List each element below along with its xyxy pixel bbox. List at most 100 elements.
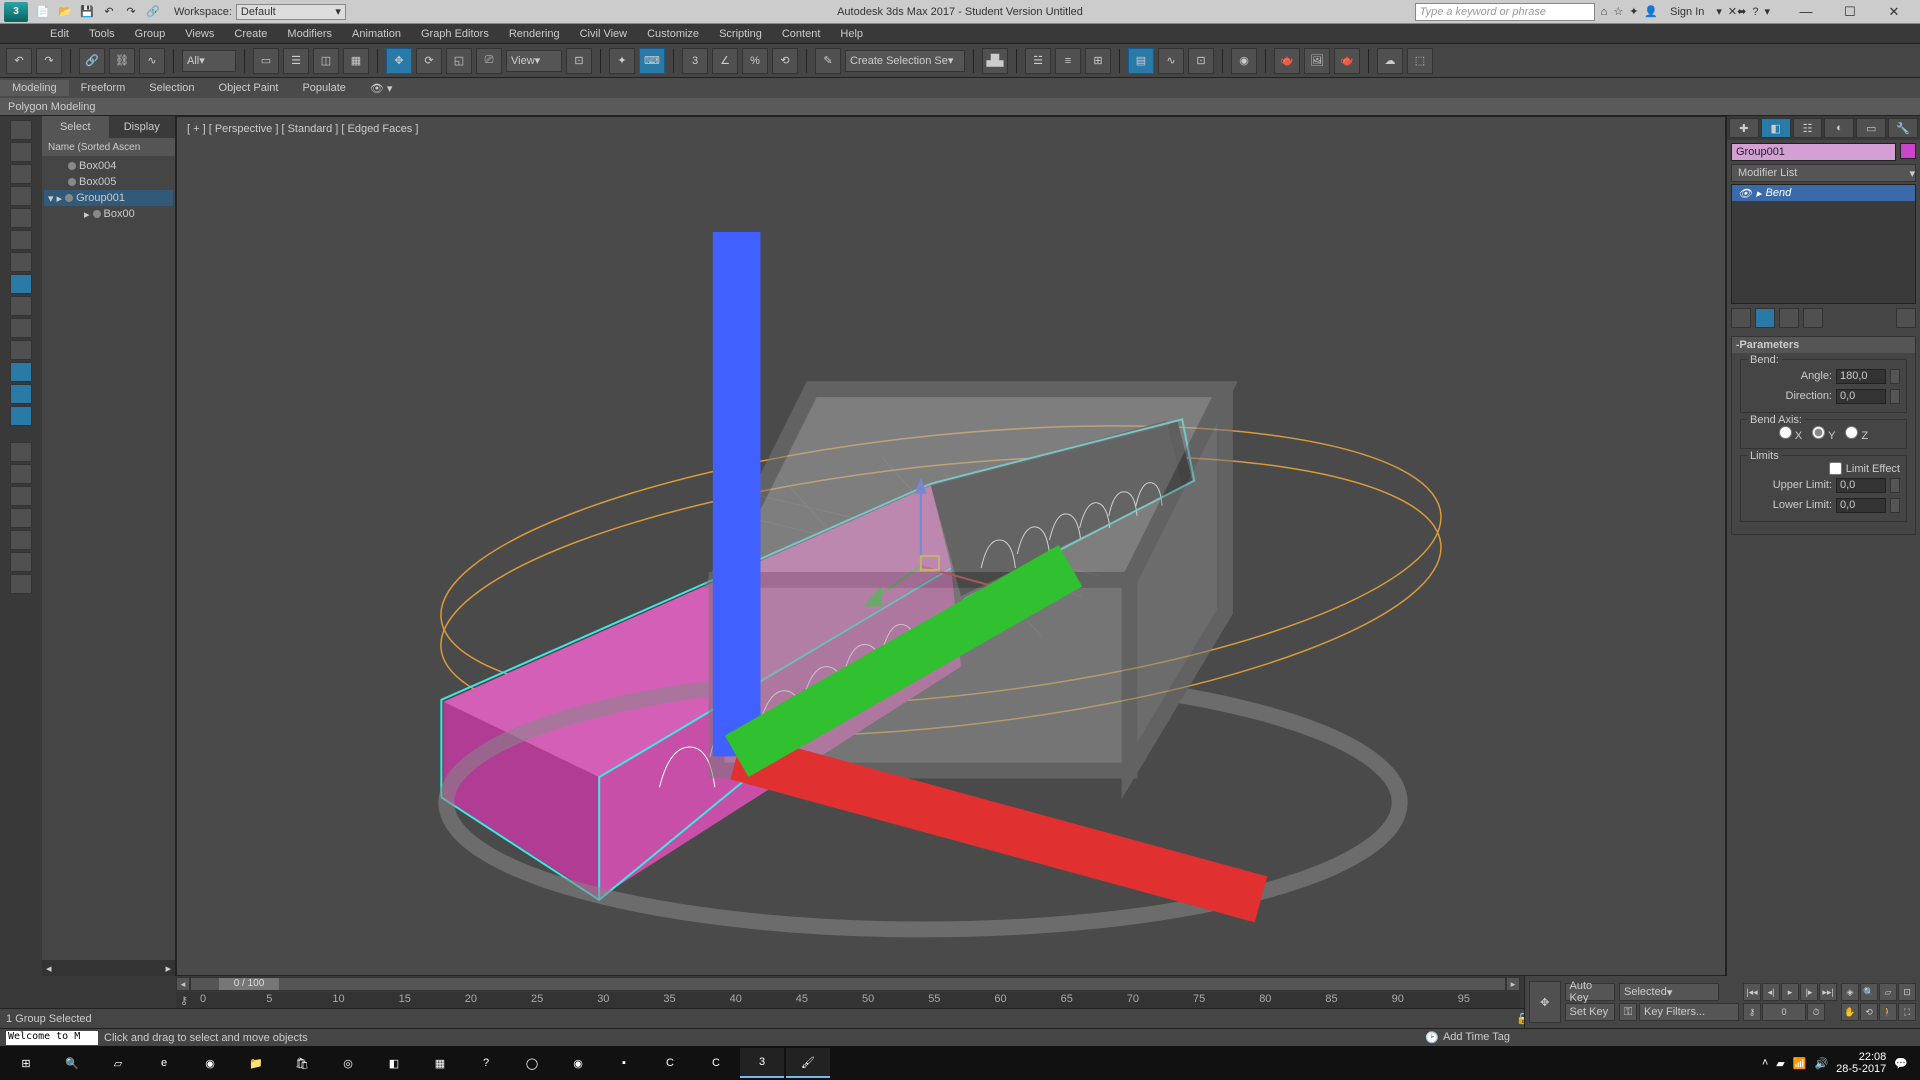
display-tab-button[interactable]: ▭	[1856, 118, 1886, 138]
lt-bag-icon[interactable]	[10, 574, 32, 594]
direction-input[interactable]: 0,0	[1836, 389, 1886, 404]
undo-button[interactable]: ↶	[6, 48, 32, 74]
taskbar-paint-icon[interactable]: 🖌	[786, 1048, 830, 1078]
direction-spinner[interactable]	[1890, 389, 1900, 404]
menu-group[interactable]: Group	[125, 28, 176, 40]
modifier-list-dropdown[interactable]: Modifier List▾	[1731, 164, 1916, 182]
open-icon[interactable]: 📂	[56, 3, 74, 21]
taskbar-explorer-icon[interactable]: 📁	[234, 1048, 278, 1078]
star-icon[interactable]: ☆	[1613, 5, 1623, 18]
time-prev-button[interactable]: ◂	[176, 977, 190, 991]
start-button[interactable]: ⊞	[4, 1048, 48, 1078]
menu-views[interactable]: Views	[175, 28, 224, 40]
tray-volume-icon[interactable]: 🔊	[1814, 1057, 1828, 1070]
ribbon-tab-freeform[interactable]: Freeform	[69, 80, 138, 96]
prev-frame-button[interactable]: ◂|	[1762, 983, 1780, 1001]
setkey-button[interactable]: Set Key	[1565, 1003, 1615, 1021]
window-close-button[interactable]: ✕	[1872, 2, 1916, 22]
help-icon[interactable]: ?	[1752, 6, 1758, 18]
menu-scripting[interactable]: Scripting	[709, 28, 772, 40]
unlink-button[interactable]: ⛓	[109, 48, 135, 74]
modify-tab-button[interactable]: ◧	[1761, 118, 1791, 138]
link-button[interactable]: 🔗	[79, 48, 105, 74]
menu-tools[interactable]: Tools	[79, 28, 125, 40]
sign-in-button[interactable]: Sign In	[1664, 6, 1710, 18]
lt-display-icon[interactable]	[10, 164, 32, 184]
select-rotate-button[interactable]: ⟳	[416, 48, 442, 74]
rollout-header[interactable]: - Parameters	[1732, 337, 1915, 353]
tray-clock[interactable]: 22:08 28-5-2017	[1836, 1051, 1886, 1075]
task-view-button[interactable]: ▱	[96, 1048, 140, 1078]
render-button[interactable]: 🫖	[1334, 48, 1360, 74]
exchange-icon[interactable]: ✦	[1629, 5, 1638, 18]
taskbar-chrome-icon[interactable]: ◉	[188, 1048, 232, 1078]
help-search-input[interactable]: Type a keyword or phrase	[1415, 3, 1595, 21]
curve-editor-button[interactable]: ∿	[1158, 48, 1184, 74]
lt-sel3-icon[interactable]	[10, 384, 32, 404]
align-button[interactable]: ☱	[1025, 48, 1051, 74]
object-name-field[interactable]: Group001	[1731, 143, 1896, 161]
window-minimize-button[interactable]: —	[1784, 2, 1828, 22]
undo-icon[interactable]: ↶	[100, 3, 118, 21]
scene-tab-select[interactable]: Select	[42, 116, 109, 138]
time-slider-thumb[interactable]: 0 / 100	[219, 978, 279, 990]
menu-create[interactable]: Create	[224, 28, 277, 40]
fov-button[interactable]: ▱	[1879, 983, 1897, 1001]
angle-snap-button[interactable]: ∠	[712, 48, 738, 74]
select-object-button[interactable]: ▭	[253, 48, 279, 74]
named-selection-dropdown[interactable]: Create Selection Se ▾	[845, 50, 965, 72]
object-color-swatch[interactable]	[1900, 143, 1916, 159]
menu-modifiers[interactable]: Modifiers	[277, 28, 342, 40]
edit-named-sel-button[interactable]: ✎	[815, 48, 841, 74]
key-icon-button[interactable]: ⚿	[1619, 1003, 1637, 1021]
menu-graph-editors[interactable]: Graph Editors	[411, 28, 499, 40]
tray-up-icon[interactable]: ˄	[1762, 1057, 1768, 1069]
menu-content[interactable]: Content	[772, 28, 831, 40]
time-slider[interactable]: ◂ 0 / 100 ▸	[176, 976, 1520, 992]
selection-filter-dropdown[interactable]: All ▾	[182, 50, 236, 72]
select-place-button[interactable]: ⎚	[476, 48, 502, 74]
taskbar-store-icon[interactable]: 🛍	[280, 1048, 324, 1078]
current-frame-input[interactable]: 0	[1762, 1003, 1806, 1021]
play-button[interactable]: ▸	[1781, 983, 1799, 1001]
lt-selected-icon[interactable]	[10, 274, 32, 294]
menu-animation[interactable]: Animation	[342, 28, 411, 40]
bind-button[interactable]: ∿	[139, 48, 165, 74]
make-unique-button[interactable]	[1779, 308, 1799, 328]
modifier-item-bend[interactable]: 👁 ▸ Bend	[1732, 185, 1915, 201]
axis-y-radio[interactable]: Y	[1812, 426, 1835, 442]
rect-region-button[interactable]: ◫	[313, 48, 339, 74]
zoom-all-button[interactable]: ⊡	[1898, 983, 1916, 1001]
app-icon[interactable]: 3	[4, 2, 28, 22]
taskbar-steam-icon[interactable]: ◉	[556, 1048, 600, 1078]
key-mode-dropdown[interactable]: Selected ▾	[1619, 983, 1719, 1001]
modifier-stack[interactable]: 👁 ▸ Bend	[1731, 184, 1916, 304]
lt-plus-icon[interactable]	[10, 508, 32, 528]
material-editor-button[interactable]: ◉	[1231, 48, 1257, 74]
show-end-result-button[interactable]	[1755, 308, 1775, 328]
set-key-big-button[interactable]: ✥	[1529, 981, 1561, 1023]
ribbon-tab-selection[interactable]: Selection	[137, 80, 206, 96]
lt-eye-icon[interactable]	[10, 442, 32, 462]
snap-toggle-button[interactable]: 3	[682, 48, 708, 74]
lt-box-icon[interactable]	[10, 486, 32, 506]
taskbar-app1-icon[interactable]: ◎	[326, 1048, 370, 1078]
layers-button[interactable]: ≡	[1055, 48, 1081, 74]
link-icon[interactable]: 🔗	[144, 3, 162, 21]
goto-end-button[interactable]: ▸▸|	[1819, 983, 1837, 1001]
taskbar-app2-icon[interactable]: ◧	[372, 1048, 416, 1078]
subscription-icon[interactable]: ⌂	[1601, 6, 1608, 18]
menu-civil-view[interactable]: Civil View	[570, 28, 637, 40]
lt-light-icon[interactable]	[10, 318, 32, 338]
goto-start-button[interactable]: |◂◂	[1743, 983, 1761, 1001]
motion-tab-button[interactable]: ◐	[1824, 118, 1854, 138]
key-filters-button[interactable]: Key Filters...	[1639, 1003, 1739, 1021]
walk-button[interactable]: 🚶	[1879, 1003, 1897, 1021]
max-viewport-button[interactable]: ⛶	[1898, 1003, 1916, 1021]
spinner-snap-button[interactable]: ⟲	[772, 48, 798, 74]
lower-limit-input[interactable]: 0,0	[1836, 498, 1886, 513]
lt-lock-icon[interactable]	[10, 530, 32, 550]
lt-sphere-icon[interactable]	[10, 296, 32, 316]
tray-battery-icon[interactable]: ▰	[1776, 1057, 1784, 1070]
orbit-button[interactable]: ⟲	[1860, 1003, 1878, 1021]
